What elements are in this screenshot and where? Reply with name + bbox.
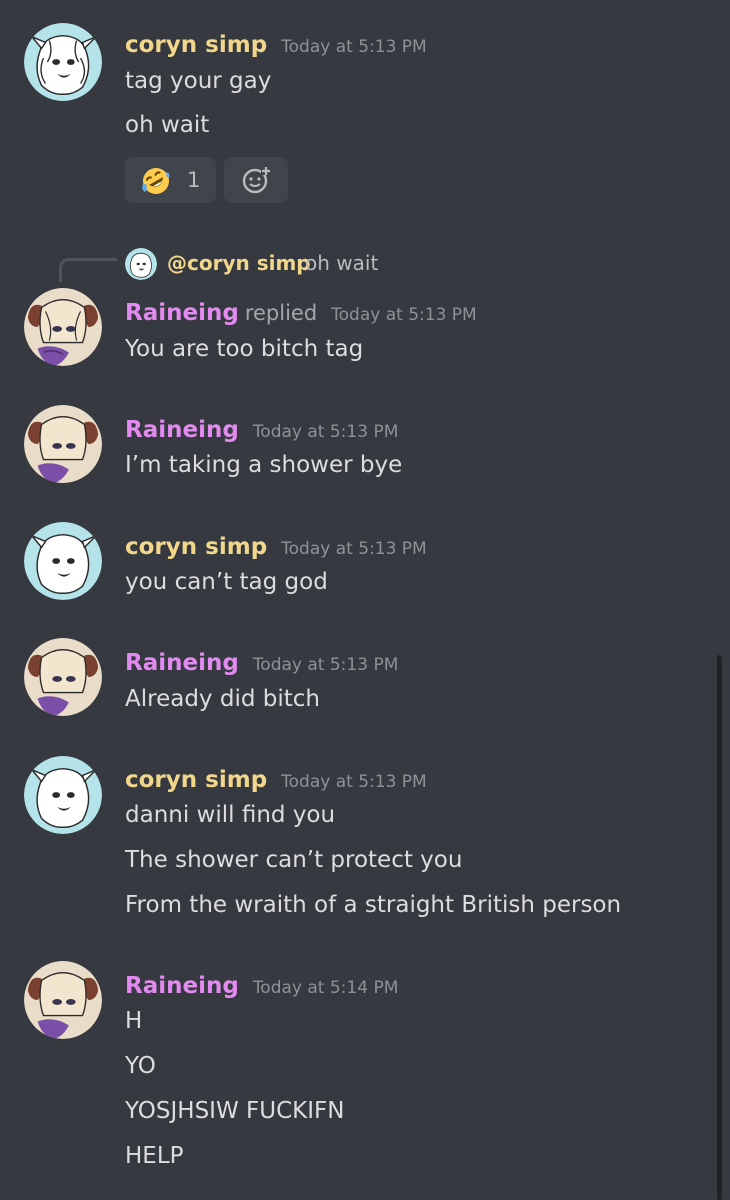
avatar-raineing[interactable] xyxy=(24,638,102,716)
coryn-avatar-art xyxy=(24,756,102,834)
replied-label: replied xyxy=(244,301,318,325)
message-text: HELP xyxy=(125,1143,184,1169)
message-header: Raineing Today at 5:13 PM xyxy=(125,652,398,675)
timestamp: Today at 5:13 PM xyxy=(281,539,427,559)
message-header: coryn simp Today at 5:13 PM xyxy=(125,34,427,57)
reply-mention[interactable]: @coryn simp xyxy=(167,253,311,273)
message-text: danni will find you xyxy=(125,802,336,828)
coryn-avatar-small xyxy=(125,248,157,280)
timestamp: Today at 5:13 PM xyxy=(331,305,477,325)
message-text: you can’t tag god xyxy=(125,569,328,595)
author-name[interactable]: coryn simp xyxy=(125,534,267,560)
message-text: Already did bitch xyxy=(125,686,320,712)
avatar-raineing[interactable] xyxy=(24,288,102,366)
avatar-coryn-simp[interactable] xyxy=(24,756,102,834)
author-name[interactable]: Raineing xyxy=(125,300,239,326)
add-reaction-icon xyxy=(242,166,271,194)
raineing-avatar-art xyxy=(24,961,102,1039)
timestamp: Today at 5:13 PM xyxy=(252,422,399,442)
author-name[interactable]: coryn simp xyxy=(125,767,267,793)
rolling-on-floor-laughing-icon xyxy=(142,168,170,194)
message-text: YOSJHSIW FUCKIFN xyxy=(125,1098,345,1124)
timestamp: Today at 5:13 PM xyxy=(252,655,399,675)
author-name[interactable]: coryn simp xyxy=(125,32,267,58)
raineing-avatar-art xyxy=(24,405,102,483)
raineing-avatar-art xyxy=(24,638,102,716)
avatar-raineing[interactable] xyxy=(24,405,102,483)
avatar-coryn-simp[interactable] xyxy=(24,522,102,600)
reaction-count: 1 xyxy=(187,168,201,192)
message-header: Raineing replied Today at 5:13 PM xyxy=(125,302,477,325)
timestamp: Today at 5:14 PM xyxy=(252,978,399,998)
message-text: I’m taking a shower bye xyxy=(125,452,403,478)
timestamp: Today at 5:13 PM xyxy=(281,772,427,792)
avatar-coryn-simp[interactable] xyxy=(24,23,102,101)
message-header: coryn simp Today at 5:13 PM xyxy=(125,769,427,792)
author-name[interactable]: Raineing xyxy=(125,650,239,676)
message-text: The shower can’t protect you xyxy=(125,847,463,873)
reply-spine xyxy=(59,258,117,282)
message-text: oh wait xyxy=(125,112,210,138)
coryn-avatar-art xyxy=(24,23,102,101)
message-header: Raineing Today at 5:14 PM xyxy=(125,975,398,998)
add-reaction-button[interactable] xyxy=(224,157,288,203)
author-name[interactable]: Raineing xyxy=(125,973,239,999)
avatar-raineing[interactable] xyxy=(24,961,102,1039)
chat-message-list: coryn simp Today at 5:13 PM tag your gay … xyxy=(0,0,730,1200)
reply-avatar xyxy=(125,248,157,280)
message-header: coryn simp Today at 5:13 PM xyxy=(125,536,427,559)
reply-snippet[interactable]: oh wait xyxy=(305,253,378,273)
raineing-avatar-art xyxy=(24,288,102,366)
message-text: H xyxy=(125,1008,143,1034)
author-name[interactable]: Raineing xyxy=(125,417,239,443)
timestamp: Today at 5:13 PM xyxy=(281,37,427,57)
coryn-avatar-art xyxy=(24,522,102,600)
message-text: tag your gay xyxy=(125,68,272,94)
reaction-pill[interactable]: 1 xyxy=(125,157,216,203)
message-text: YO xyxy=(125,1053,156,1079)
message-text: You are too bitch tag xyxy=(125,336,364,362)
scrollbar-thumb[interactable] xyxy=(717,655,722,1200)
message-header: Raineing Today at 5:13 PM xyxy=(125,419,398,442)
message-text: From the wraith of a straight British pe… xyxy=(125,892,622,918)
